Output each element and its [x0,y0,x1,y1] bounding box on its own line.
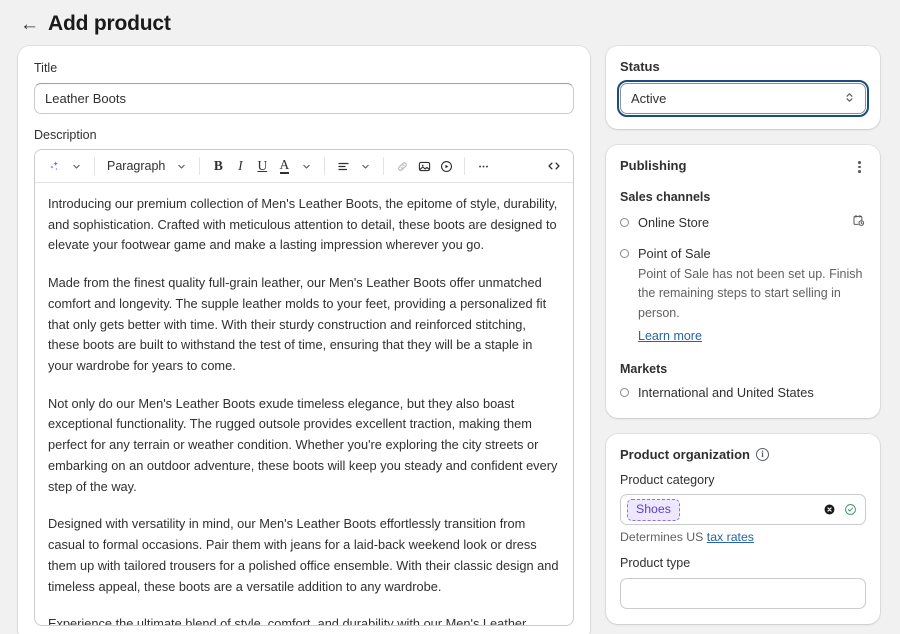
align-left-icon[interactable] [332,155,354,178]
video-icon[interactable] [435,155,457,178]
toolbar-divider [383,157,384,175]
image-icon[interactable] [413,155,435,178]
circle-outline-icon [620,388,629,397]
sales-channel-online-store[interactable]: Online Store [620,213,866,233]
product-category-label: Product category [620,472,866,490]
product-type-label: Product type [620,555,866,573]
add-product-page: ← Add product Title Leather Boots Descri… [0,0,900,634]
sales-channels-label: Sales channels [620,190,866,204]
back-arrow-icon[interactable]: ← [20,15,38,34]
product-organization-header: Product organization i [620,447,866,462]
status-card: Status Active [606,46,880,129]
page-columns: Title Leather Boots Description [0,46,900,634]
product-organization-card: Product organization i Product category … [606,434,880,624]
link-icon[interactable] [391,155,413,178]
block-style-chevron-icon[interactable] [170,155,192,178]
bold-button[interactable]: B [207,155,229,178]
title-input-value: Leather Boots [45,91,126,106]
text-color-button[interactable]: A [273,155,295,178]
sales-channel-point-of-sale[interactable]: Point of Sale [620,246,866,261]
market-international-and-united-states[interactable]: International and United States [620,385,866,400]
italic-label: I [238,158,243,174]
sales-channel-label: Online Store [638,215,709,230]
product-details-card: Title Leather Boots Description [18,46,590,634]
underline-label: U [258,158,268,174]
bold-label: B [214,158,223,174]
product-type-input[interactable] [620,578,866,609]
title-input[interactable]: Leather Boots [34,83,574,114]
chevron-up-down-icon [844,91,855,107]
publishing-card-title: Publishing [620,158,686,173]
description-paragraph: Designed with versatility in mind, our M… [48,514,560,597]
description-paragraph: Not only do our Men's Leather Boots exud… [48,394,560,498]
toolbar-divider [464,157,465,175]
clear-circle-icon[interactable] [822,502,837,517]
status-card-title: Status [620,59,866,74]
description-paragraph: Introducing our premium collection of Me… [48,194,560,256]
tax-rates-hint: Determines US tax rates [620,530,866,544]
text-color-chevron-icon[interactable] [295,155,317,178]
sparkle-ai-icon[interactable] [43,155,65,178]
point-of-sale-description: Point of Sale has not been set up. Finis… [638,265,866,323]
editor-toolbar: Paragraph B I [35,150,573,183]
sales-channel-label: Point of Sale [638,246,711,261]
title-label: Title [34,60,574,78]
block-style-label: Paragraph [105,159,167,173]
product-organization-title: Product organization [620,447,750,462]
code-icon[interactable] [543,155,565,178]
block-style-dropdown[interactable]: Paragraph [102,155,170,178]
ellipsis-icon[interactable] [472,155,494,178]
description-paragraph: Made from the finest quality full-grain … [48,273,560,377]
toolbar-divider [199,157,200,175]
italic-button[interactable]: I [229,155,251,178]
publishing-card-header: Publishing [620,158,866,176]
text-color-label: A [280,158,290,174]
toolbar-divider [324,157,325,175]
circle-outline-icon [620,249,629,258]
align-chevron-icon[interactable] [354,155,376,178]
status-select-value: Active [631,91,666,106]
sparkle-dropdown-chevron-icon[interactable] [65,155,87,178]
publishing-card: Publishing Sales channels Online Store [606,145,880,418]
description-editor: Paragraph B I [34,149,574,626]
kebab-menu-icon[interactable] [853,158,866,176]
circle-outline-icon [620,218,629,227]
markets-label: Markets [620,362,866,376]
product-category-combobox[interactable]: Shoes [620,494,866,525]
calendar-clock-icon[interactable] [851,213,866,233]
sidebar-column: Status Active Publishing [606,46,880,634]
status-select[interactable]: Active [620,83,866,114]
page-header: ← Add product [0,0,900,46]
tax-rates-hint-text: Determines US [620,530,707,544]
market-label: International and United States [638,385,814,400]
check-circle-icon [843,502,858,517]
tax-rates-link[interactable]: tax rates [707,530,754,544]
product-category-tag[interactable]: Shoes [627,499,680,521]
page-title: Add product [48,12,171,36]
underline-button[interactable]: U [251,155,273,178]
description-text-body[interactable]: Introducing our premium collection of Me… [35,183,573,625]
main-column: Title Leather Boots Description [18,46,590,634]
learn-more-link[interactable]: Learn more [638,329,702,343]
description-paragraph: Experience the ultimate blend of style, … [48,614,560,625]
toolbar-divider [94,157,95,175]
description-label: Description [34,127,574,145]
info-circle-icon[interactable]: i [756,448,769,461]
